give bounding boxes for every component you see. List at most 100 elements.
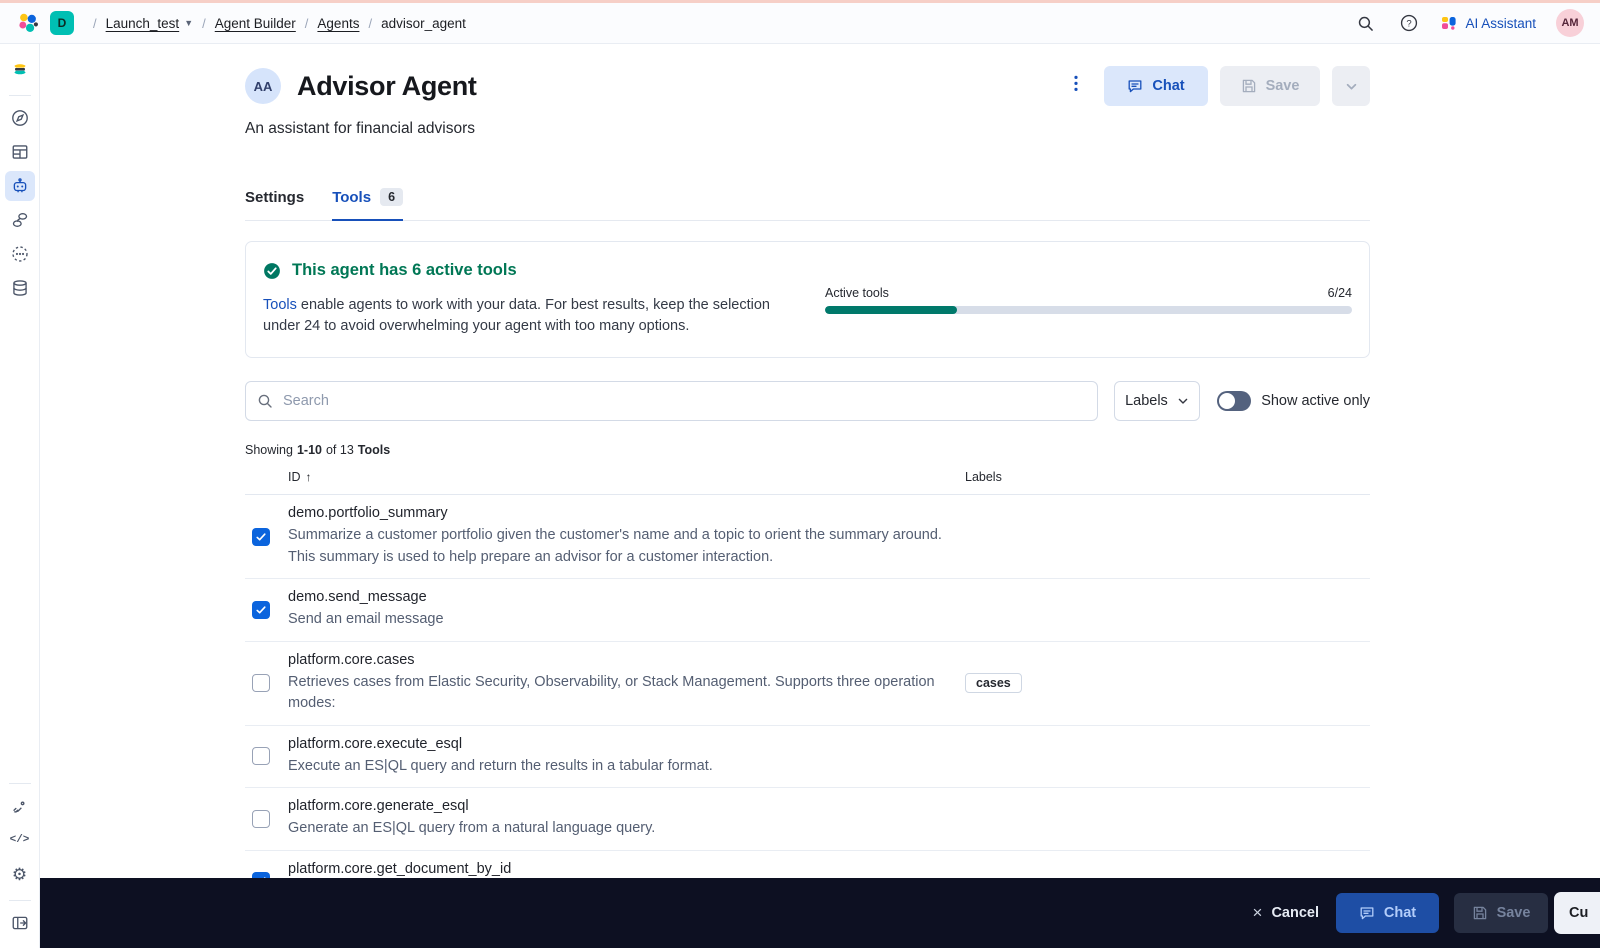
callout-body: Tools enable agents to work with your da… xyxy=(263,297,770,334)
chat-button-label: Chat xyxy=(1152,78,1185,94)
labels-filter-button[interactable]: Labels xyxy=(1113,381,1201,421)
chevron-down-icon xyxy=(1346,83,1356,90)
elastic-mark-icon[interactable] xyxy=(5,54,35,84)
close-icon: × xyxy=(1252,903,1263,922)
table-row: demo.portfolio_summary Summarize a custo… xyxy=(245,495,1370,579)
save-button-label: Save xyxy=(1265,78,1300,94)
progress-value: 6/24 xyxy=(1327,286,1352,300)
show-active-only-toggle[interactable]: Show active only xyxy=(1217,391,1370,411)
sidebar-item-dashboards[interactable] xyxy=(5,137,35,167)
tool-checkbox[interactable] xyxy=(252,527,270,546)
tool-description: Summarize a customer portfolio given the… xyxy=(288,527,942,565)
search-icon xyxy=(257,393,273,414)
sidebar-item-agent-builder[interactable] xyxy=(4,171,35,201)
chat-icon xyxy=(1128,80,1142,93)
breadcrumb-separator: / xyxy=(304,15,309,31)
breadcrumb-current: advisor_agent xyxy=(381,15,466,31)
save-icon xyxy=(1242,79,1255,93)
breadcrumb-separator: / xyxy=(93,15,97,31)
agent-header: AA Advisor Agent Chat Save xyxy=(245,66,1370,106)
active-tools-callout: This agent has 6 active tools Tools enab… xyxy=(245,241,1370,358)
cancel-button[interactable]: × Cancel xyxy=(1253,903,1320,923)
tab-settings[interactable]: Settings xyxy=(245,188,304,221)
sidebar-divider xyxy=(8,783,31,784)
chevron-down-icon: ▼ xyxy=(184,18,194,28)
tool-id: demo.send_message xyxy=(288,589,427,605)
footer-chat-button[interactable]: Chat xyxy=(1336,893,1439,933)
tools-link[interactable]: Tools xyxy=(263,297,297,313)
search-input[interactable] xyxy=(245,381,1098,421)
collapse-navigation-icon[interactable] xyxy=(5,908,35,938)
breadcrumb-deployment[interactable]: Launch_test xyxy=(106,16,180,31)
tab-divider xyxy=(245,220,1370,221)
agent-avatar: AA xyxy=(245,68,281,104)
breadcrumb-separator: / xyxy=(368,15,373,31)
ai-assistant-button[interactable]: AI Assistant xyxy=(1441,15,1536,31)
sidebar-divider xyxy=(8,95,31,96)
help-icon[interactable]: ? xyxy=(1397,11,1421,35)
tool-checkbox[interactable] xyxy=(252,747,270,766)
footer-save-label: Save xyxy=(1496,905,1531,921)
space-badge[interactable]: D xyxy=(50,11,74,35)
filter-row: Labels Show active only xyxy=(245,381,1370,421)
sidebar-item-discover[interactable] xyxy=(5,103,35,133)
search-icon[interactable] xyxy=(1353,11,1377,35)
top-navbar: D / Launch_test ▼ / Agent Builder / Agen… xyxy=(0,3,1600,44)
user-avatar[interactable]: AM xyxy=(1556,9,1584,37)
sidebar-item-dev-tools[interactable]: </> xyxy=(5,825,35,855)
save-button[interactable]: Save xyxy=(1220,66,1320,106)
chevron-down-icon xyxy=(1178,398,1188,404)
gear-icon: ⚙ xyxy=(11,864,28,884)
table-row: platform.core.cases Retrieves cases from… xyxy=(245,642,1370,726)
table-header: ID ↑ Labels xyxy=(245,470,1370,495)
tool-id: demo.portfolio_summary xyxy=(288,505,448,521)
tool-description: Generate an ES|QL query from a natural l… xyxy=(288,820,656,836)
table-row: demo.send_message Send an email message xyxy=(245,579,1370,642)
breadcrumb: / Launch_test ▼ / Agent Builder / Agents… xyxy=(84,16,466,31)
show-active-only-label: Show active only xyxy=(1261,393,1370,409)
tab-tools[interactable]: Tools 6 xyxy=(332,188,404,221)
sidebar-divider xyxy=(8,900,31,901)
tools-table: demo.portfolio_summary Summarize a custo… xyxy=(245,495,1370,913)
tool-id: platform.core.cases xyxy=(288,651,415,668)
tool-checkbox[interactable] xyxy=(252,600,270,619)
breadcrumb-agents[interactable]: Agents xyxy=(317,16,359,31)
tools-count-badge: 6 xyxy=(380,188,404,206)
sidebar-item-launch[interactable] xyxy=(5,791,35,821)
sidebar-item-settings[interactable]: ⚙ xyxy=(5,859,35,889)
more-options-icon[interactable] xyxy=(1068,71,1084,101)
ai-assistant-icon xyxy=(1442,17,1457,30)
breadcrumb-separator: / xyxy=(202,15,206,31)
cancel-button-label: Cancel xyxy=(1271,905,1319,921)
sidebar-item-data[interactable] xyxy=(5,273,35,303)
table-row: platform.core.generate_esql Generate an … xyxy=(245,788,1370,851)
save-options-button[interactable] xyxy=(1332,66,1370,106)
progress-label: Active tools xyxy=(825,286,889,300)
tab-bar: Settings Tools 6 xyxy=(245,188,1370,221)
tool-labels: cases xyxy=(965,673,1370,693)
breadcrumb-agent-builder[interactable]: Agent Builder xyxy=(215,16,296,31)
tool-id: platform.core.generate_esql xyxy=(288,798,469,814)
chat-button[interactable]: Chat xyxy=(1104,66,1208,106)
tool-checkbox[interactable] xyxy=(252,674,270,692)
chat-icon xyxy=(1360,907,1374,920)
tool-checkbox[interactable] xyxy=(252,809,270,828)
results-summary: Showing 1-10 of 13 Tools xyxy=(245,443,391,457)
ai-assistant-label: AI Assistant xyxy=(1465,15,1536,31)
success-check-icon xyxy=(264,262,280,279)
sidebar-item-machine-learning[interactable] xyxy=(5,239,35,269)
sidebar-item-connectors[interactable] xyxy=(5,205,35,235)
active-tools-progress: Active tools 6/24 xyxy=(825,261,1352,337)
elastic-logo-icon[interactable] xyxy=(16,11,40,35)
toggle-switch-off xyxy=(1217,391,1252,411)
column-header-id[interactable]: ID ↑ xyxy=(288,470,312,484)
svg-text:?: ? xyxy=(1407,18,1412,29)
agent-description: An assistant for financial advisors xyxy=(245,120,476,137)
page-title: Advisor Agent xyxy=(297,70,477,101)
footer-save-button[interactable]: Save xyxy=(1454,893,1548,933)
footer-chat-label: Chat xyxy=(1383,905,1417,921)
tool-description: Send an email message xyxy=(288,611,444,627)
top-accent-strip xyxy=(0,0,1600,3)
partial-offscreen-button[interactable]: Cu xyxy=(1554,892,1600,934)
sort-ascending-icon: ↑ xyxy=(305,470,312,484)
